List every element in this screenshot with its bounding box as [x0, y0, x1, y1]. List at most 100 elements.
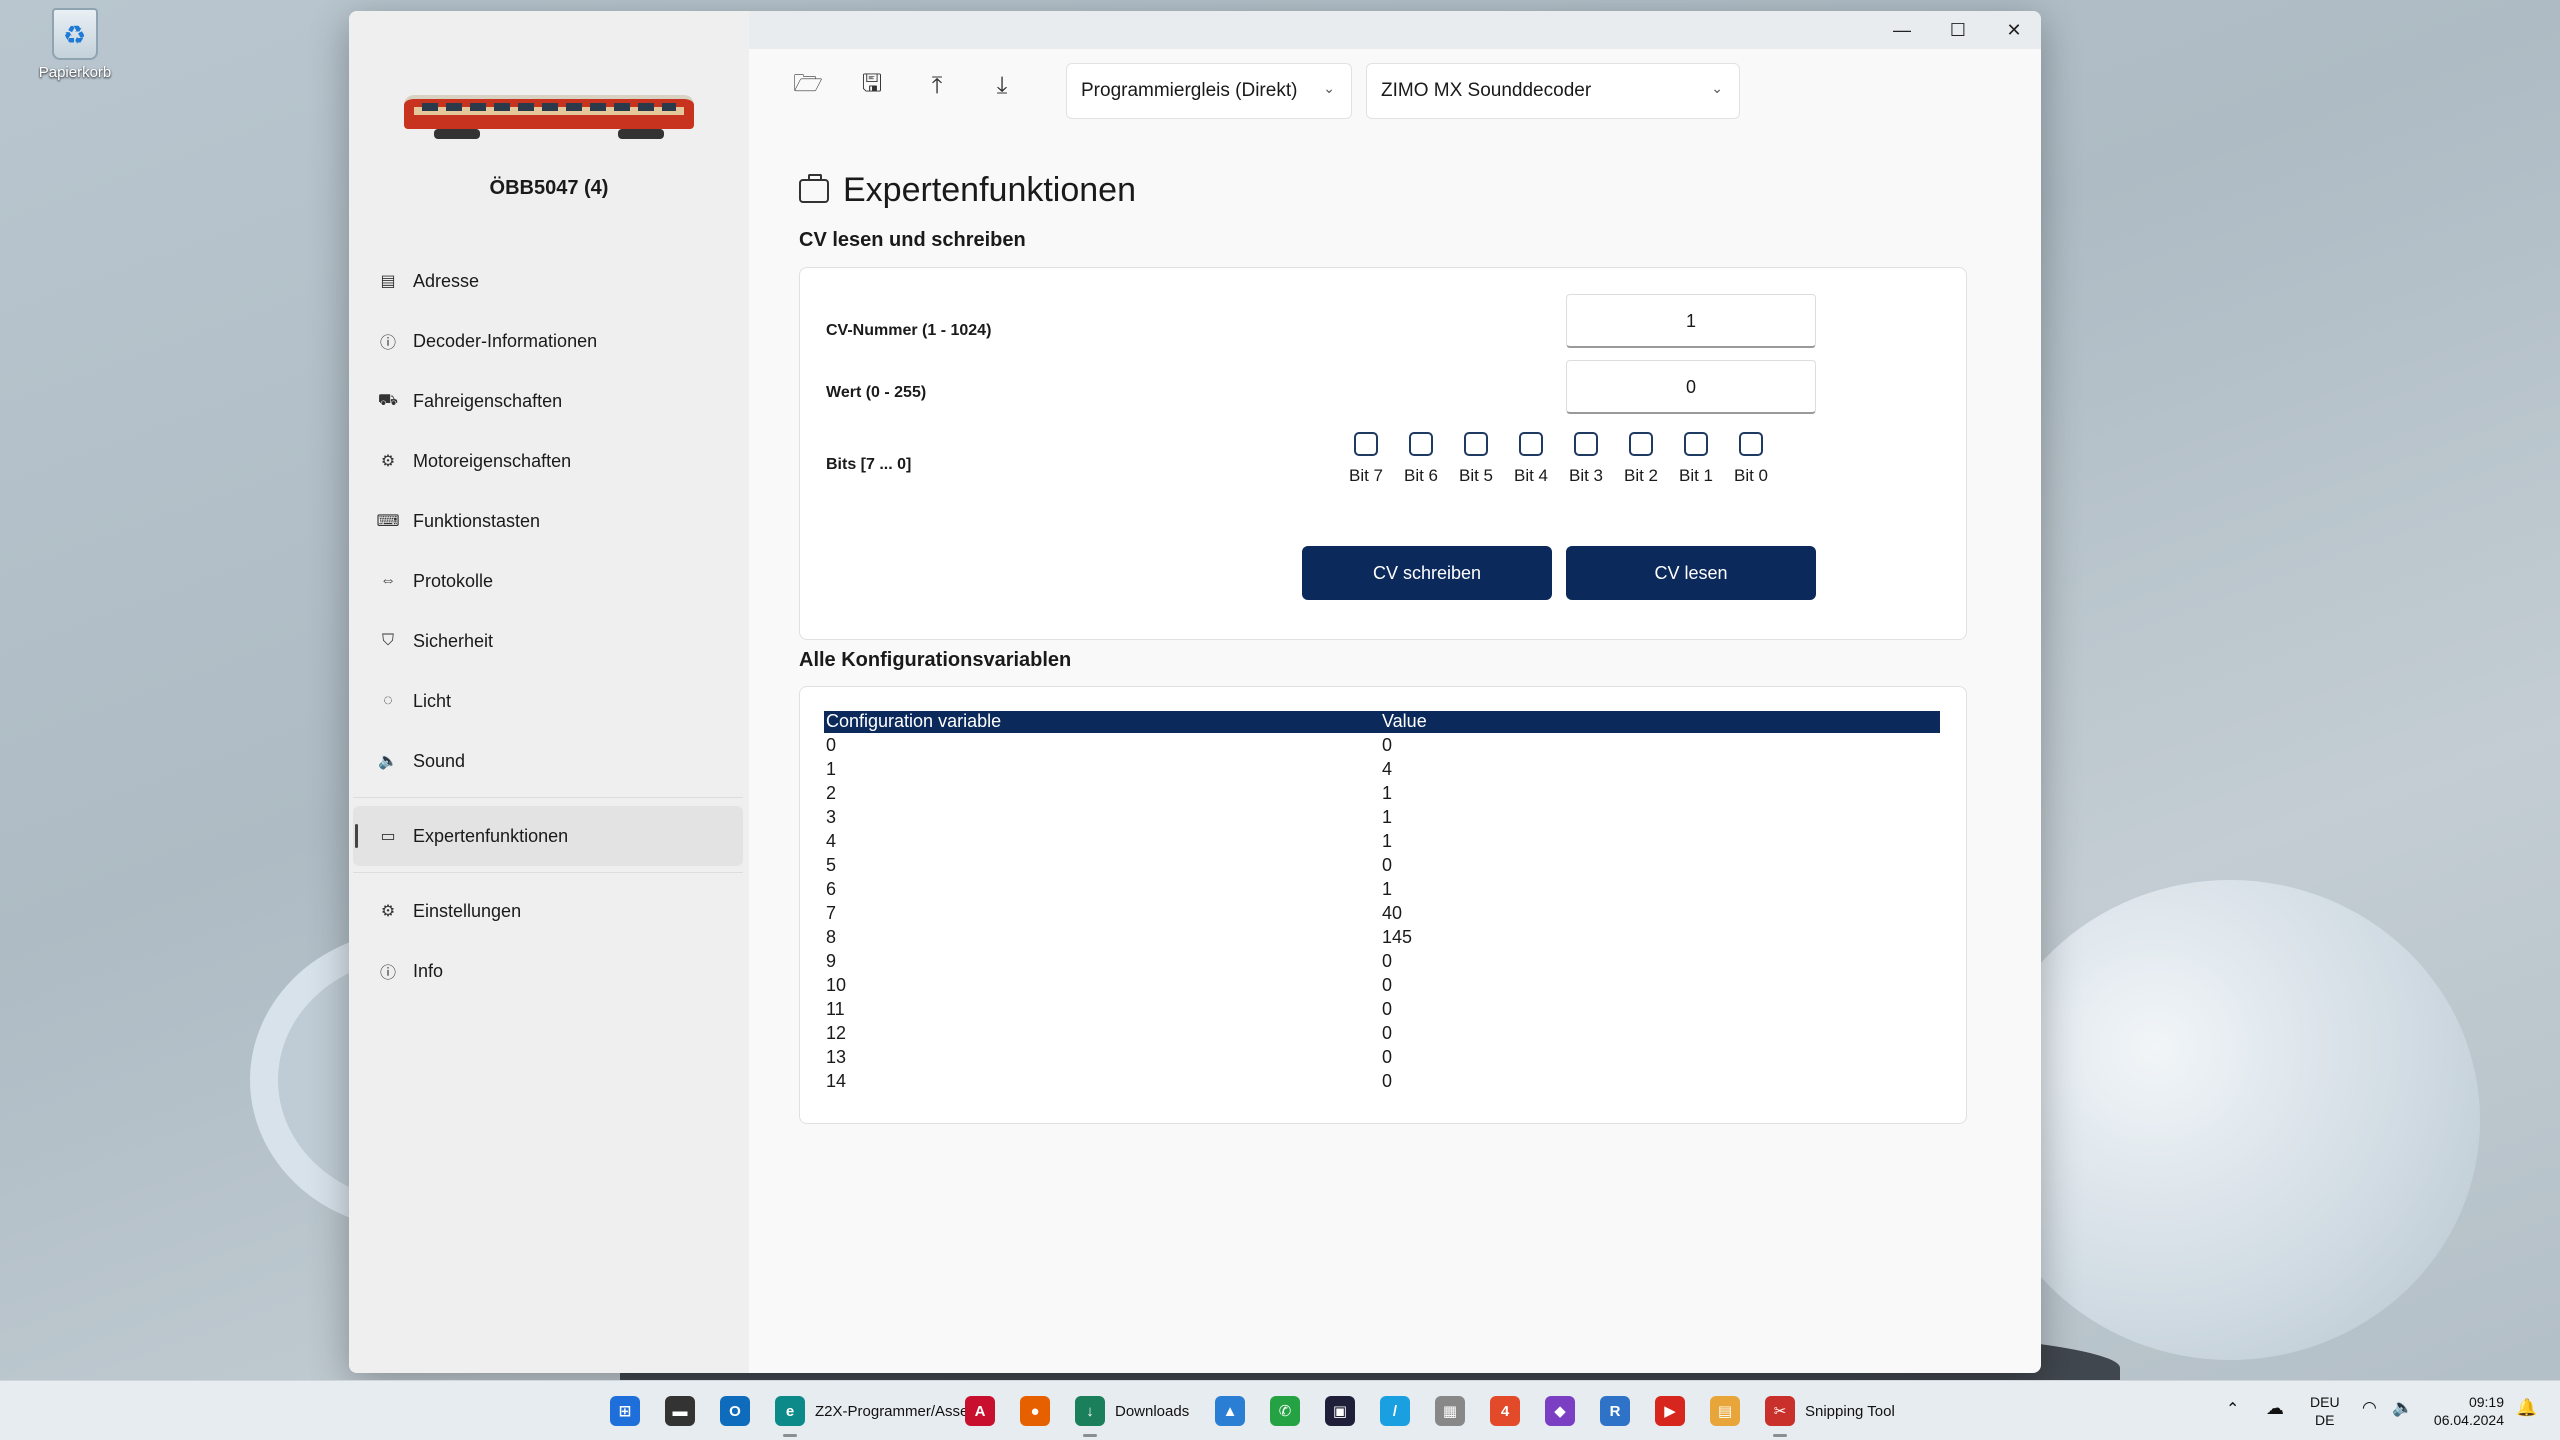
decoder-select[interactable]: ZIMO MX Sounddecoder ⌄: [1366, 63, 1740, 119]
taskbar-downloads-folder-button[interactable]: ↓ Downloads: [1075, 1395, 1190, 1437]
table-row[interactable]: 14 0: [824, 1069, 1940, 1093]
language-indicator[interactable]: DEU DE: [2310, 1393, 2340, 1429]
taskbar-app-pixel-button[interactable]: ▦: [1435, 1395, 1465, 1427]
bit-checkbox-2[interactable]: Bit 2: [1615, 432, 1667, 486]
table-row[interactable]: 90: [824, 949, 1940, 973]
taskbar-app-label: Downloads: [1115, 1402, 1190, 1420]
checkbox[interactable]: [1574, 432, 1598, 456]
locomotive-name: ÖBB5047 (4): [489, 177, 609, 199]
taskbar-visual-studio-button[interactable]: ◆: [1545, 1395, 1575, 1427]
minimize-button[interactable]: —: [1873, 11, 1931, 49]
value-input[interactable]: 0: [1566, 360, 1816, 414]
table-row[interactable]: 50: [824, 853, 1940, 877]
checkbox[interactable]: [1629, 432, 1653, 456]
checkbox[interactable]: [1464, 432, 1488, 456]
checkbox[interactable]: [1354, 432, 1378, 456]
bulb-icon: ◌: [383, 692, 393, 709]
recycle-bin-label: Papierkorb: [38, 64, 112, 81]
taskbar-z2x-app-button[interactable]: ▤: [1710, 1395, 1740, 1427]
taskbar-outlook-button[interactable]: O: [720, 1395, 750, 1427]
sidebar-item-adresse[interactable]: ▤ Adresse: [353, 251, 743, 311]
table-row[interactable]: 13 0: [824, 1045, 1940, 1069]
table-row[interactable]: 11 0: [824, 997, 1940, 1021]
taskbar-acrobat-button[interactable]: A: [965, 1395, 995, 1427]
clock[interactable]: 09:19 06.04.2024: [2432, 1393, 2504, 1429]
bit-checkbox-1[interactable]: Bit 1: [1670, 432, 1722, 486]
sidebar-item-expertenfunktionen[interactable]: ▭ Expertenfunktionen: [353, 806, 743, 866]
sidebar-item-licht[interactable]: ◌ Licht: [353, 671, 743, 731]
notification-bell-icon[interactable]: 🔔: [2516, 1399, 2537, 1417]
table-row[interactable]: 41: [824, 829, 1940, 853]
sidebar-item-motoreigenschaften[interactable]: ⚙ Motoreigenschaften: [353, 431, 743, 491]
table-row[interactable]: 8 145: [824, 925, 1940, 949]
checkbox[interactable]: [1739, 432, 1763, 456]
taskbar-edge-button[interactable]: e Z2X-Programmer/Asset: [775, 1395, 973, 1437]
sidebar: ÖBB5047 (4) ▤ Adresse ⓘ Decoder-Information…: [349, 11, 749, 1373]
upload-icon[interactable]: ⤒: [920, 69, 954, 103]
sidebar-item-sound[interactable]: 🔈 Sound: [353, 731, 743, 791]
sidebar-item-fahreigenschaften[interactable]: ⛟ Fahreigenschaften: [353, 371, 743, 431]
column-header-cv[interactable]: Configuration variable: [824, 711, 1382, 733]
table-row[interactable]: 10 0: [824, 973, 1940, 997]
cv-number-input[interactable]: 1: [1566, 294, 1816, 348]
taskbar-terminal-button[interactable]: ▣: [1325, 1395, 1355, 1427]
cv-read-button[interactable]: CV lesen: [1566, 546, 1816, 600]
taskbar-app-four-button[interactable]: 4: [1490, 1395, 1520, 1427]
bit-checkbox-3[interactable]: Bit 3: [1560, 432, 1612, 486]
toolbox-icon: ▭: [380, 828, 396, 845]
maximize-button[interactable]: ☐: [1929, 11, 1987, 49]
save-icon[interactable]: 🖫: [855, 69, 889, 103]
taskbar-firefox-button[interactable]: ●: [1020, 1395, 1050, 1427]
sidebar-item-sicherheit[interactable]: ⛉ Sicherheit: [353, 611, 743, 671]
recycle-bin-desktop-icon[interactable]: Papierkorb: [30, 8, 120, 81]
address-card-icon: ▤: [380, 273, 396, 290]
table-row[interactable]: 21: [824, 781, 1940, 805]
sidebar-divider: [353, 872, 743, 873]
table-row[interactable]: 00: [824, 733, 1940, 757]
taskbar-app-r-button[interactable]: R: [1600, 1395, 1630, 1427]
taskbar-file-explorer-button[interactable]: ▬: [665, 1395, 695, 1427]
bit-checkbox-5[interactable]: Bit 5: [1450, 432, 1502, 486]
bit-checkbox-0[interactable]: Bit 0: [1725, 432, 1777, 486]
table-row[interactable]: 12 0: [824, 1021, 1940, 1045]
sidebar-item-einstellungen[interactable]: ⚙ Einstellungen: [353, 881, 743, 941]
bit-checkbox-4[interactable]: Bit 4: [1505, 432, 1557, 486]
table-row[interactable]: 61: [824, 877, 1940, 901]
taskbar-photos-button[interactable]: ▲: [1215, 1395, 1245, 1427]
chevron-up-icon[interactable]: ⌃: [2226, 1401, 2239, 1419]
sidebar-item-label: Sicherheit: [413, 630, 494, 651]
close-button[interactable]: ✕: [1985, 11, 2041, 49]
checkbox[interactable]: [1684, 432, 1708, 456]
column-header-value[interactable]: Value: [1382, 711, 1427, 733]
onedrive-icon[interactable]: ☁: [2266, 1399, 2284, 1417]
sidebar-item-info[interactable]: ⓘ Info: [353, 941, 743, 1001]
taskbar-media-player-button[interactable]: ▶: [1655, 1395, 1685, 1427]
outlook-icon: O: [720, 1396, 750, 1426]
cv-number-cell: 12: [826, 1023, 847, 1043]
taskbar-whatsapp-button[interactable]: ✆: [1270, 1395, 1300, 1427]
track-mode-select[interactable]: Programmiergleis (Direkt) ⌄: [1066, 63, 1352, 119]
taskbar-app-blue-button[interactable]: /: [1380, 1395, 1410, 1427]
checkbox[interactable]: [1519, 432, 1543, 456]
bit-checkbox-7[interactable]: Bit 7: [1340, 432, 1392, 486]
cv-write-button[interactable]: CV schreiben: [1302, 546, 1552, 600]
checkbox[interactable]: [1409, 432, 1433, 456]
bit-checkbox-6[interactable]: Bit 6: [1395, 432, 1447, 486]
taskbar-snipping-tool-button[interactable]: ✂ Snipping Tool: [1765, 1395, 1895, 1437]
sidebar-item-funktionstasten[interactable]: ⌨ Funktionstasten: [353, 491, 743, 551]
cv-value-cell: 0: [1382, 999, 1393, 1019]
open-folder-icon[interactable]: 🗁: [791, 69, 825, 103]
download-icon[interactable]: ⤓: [985, 69, 1019, 103]
table-row[interactable]: 14: [824, 757, 1940, 781]
sidebar-item-label: Funktionstasten: [413, 510, 541, 531]
locomotive-image: [404, 85, 694, 139]
table-row[interactable]: 7 40: [824, 901, 1940, 925]
sidebar-item-decoder-informationen[interactable]: ⓘ Decoder-Informationen: [353, 311, 743, 371]
cv-number-cell: 7: [826, 903, 837, 923]
volume-icon[interactable]: 🔈: [2392, 1399, 2413, 1417]
sidebar-item-protokolle[interactable]: ⇔ Protokolle: [353, 551, 743, 611]
taskbar-start-button[interactable]: ⊞: [610, 1395, 640, 1427]
table-row[interactable]: 31: [824, 805, 1940, 829]
cv-table[interactable]: Configuration variable Value 00142131415…: [824, 711, 1940, 1111]
wifi-icon[interactable]: ◠: [2362, 1399, 2377, 1417]
